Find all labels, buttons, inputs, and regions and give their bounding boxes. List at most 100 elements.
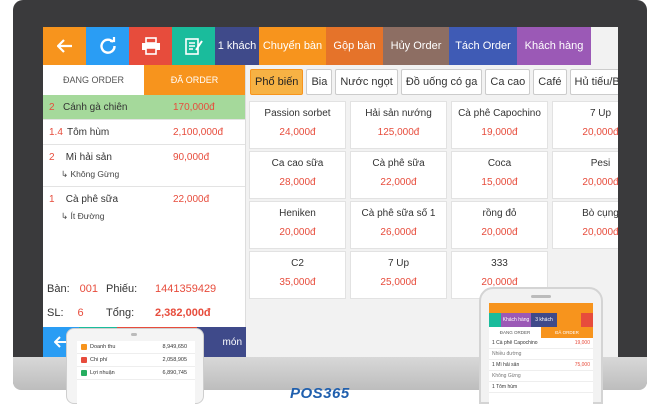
product-name: Heniken (279, 208, 316, 219)
product-card[interactable]: 7 Up 20,000đ (552, 101, 618, 149)
report-label: Lợi nhuận (90, 370, 115, 376)
order-item[interactable]: 1.4 Tôm hùm 2,100,000đ (43, 120, 245, 145)
product-card[interactable]: Cà phê sữa số 1 26,000đ (350, 201, 447, 249)
phone-customer-button[interactable]: Khách hàng (501, 313, 531, 327)
tablet-device: Doanh thu 8,949,650 Chi phí 2,058,905 Lợ… (66, 328, 204, 405)
product-price: 20,000đ (582, 227, 618, 238)
product-card[interactable]: Cà phê sữa 22,000đ (350, 151, 447, 199)
item-name: Cà phê sữa (65, 194, 119, 205)
product-name: Pesi (590, 158, 611, 169)
table-number: 001 (79, 283, 98, 295)
order-tabs: ĐANG ORDER ĐÃ ORDER (43, 65, 245, 95)
order-item[interactable]: 2 Cánh gà chiên 170,000đ (43, 95, 245, 120)
bottom-add-item-button[interactable]: món (197, 327, 246, 357)
item-name: Cánh gà chiên (63, 101, 128, 113)
product-card[interactable]: Coca 15,000đ (451, 151, 548, 199)
phone-order-row[interactable]: 1 Cà phê Capochino 19,000 (489, 338, 593, 349)
order-item[interactable]: 2 Mì hải sản 90,000đ ↳ Không Gừng (43, 145, 245, 187)
phone-order-row[interactable]: 1 Tôm hùm (489, 382, 593, 393)
phone-note-button[interactable] (489, 313, 501, 327)
phone-tab-ordered[interactable]: ĐÃ ORDER (541, 327, 593, 338)
top-toolbar: 1 khách Chuyển bàn Gộp bàn Hủy Order Tác… (43, 27, 618, 65)
logo-text: POS365 (290, 384, 350, 402)
product-name: Hải sản nướng (365, 108, 432, 119)
product-price: 25,000đ (380, 277, 417, 288)
phone-row-price: 19,000 (574, 340, 590, 346)
merge-table-button[interactable]: Gộp bàn (326, 27, 383, 65)
guest-count-button[interactable]: 1 khách (215, 27, 259, 65)
transfer-table-button[interactable]: Chuyển bàn (259, 27, 326, 65)
tab-current-order[interactable]: ĐANG ORDER (43, 65, 144, 95)
report-value: 6,890,745 (162, 370, 187, 376)
category-noodles[interactable]: Hủ tiếu/Bún (569, 69, 618, 95)
product-card[interactable]: Ca cao sữa 28,000đ (249, 151, 346, 199)
product-name: C2 (291, 258, 304, 269)
phone-status-bar (489, 303, 593, 313)
item-name: Mì hải sản (65, 152, 112, 163)
note-button[interactable] (172, 27, 215, 65)
report-value: 8,949,650 (162, 344, 187, 350)
phone-row-text: 1 Cà phê Capochino (492, 340, 538, 346)
category-cocoa[interactable]: Ca cao (485, 69, 531, 95)
product-card[interactable]: 7 Up 25,000đ (350, 251, 447, 299)
item-quantity: 1.4 (49, 126, 63, 138)
report-row: Lợi nhuận 6,890,745 (77, 367, 195, 380)
product-name: 7 Up (387, 258, 410, 269)
product-card[interactable]: Pesi 20,000đ (552, 151, 618, 199)
quantity-value: 6 (77, 307, 84, 319)
print-button[interactable] (129, 27, 172, 65)
category-cafe[interactable]: Café (533, 69, 567, 95)
product-name: Cà phê sữa số 1 (361, 208, 436, 219)
product-price: 35,000đ (279, 277, 316, 288)
total-value: 2,382,000đ (155, 307, 211, 319)
product-price: 19,000đ (481, 127, 518, 138)
phone-tab-current[interactable]: ĐANG ORDER (489, 327, 541, 338)
product-card[interactable]: C2 35,000đ (249, 251, 346, 299)
phone-order-note: Không Gừng (489, 371, 593, 382)
product-card[interactable]: rồng đỏ 20,000đ (451, 201, 548, 249)
product-price: 15,000đ (481, 177, 518, 188)
product-card[interactable]: Passion sorbet 24,000đ (249, 101, 346, 149)
product-card[interactable]: Heniken 20,000đ (249, 201, 346, 249)
back-button[interactable] (43, 27, 86, 65)
phone-order-row[interactable]: 1 Mì hải sản 75,000 (489, 360, 593, 371)
product-name: 333 (491, 258, 508, 269)
product-price: 125,000đ (377, 127, 420, 138)
total-label: Tổng: (106, 307, 135, 319)
phone-row-text: 1 Mì hải sản (492, 362, 520, 368)
split-order-button[interactable]: Tách Order (449, 27, 517, 65)
phone-guest-button[interactable]: 3 khách (531, 313, 557, 327)
phone-search-button[interactable] (581, 313, 593, 327)
printer-icon (141, 37, 160, 55)
expense-icon (81, 357, 87, 363)
tab-ordered[interactable]: ĐÃ ORDER (144, 65, 245, 95)
phone-toolbar: Khách hàng 3 khách (489, 313, 593, 327)
customer-button[interactable]: Khách hàng (517, 27, 591, 65)
product-name: Ca cao sữa (271, 158, 324, 169)
product-card[interactable]: Cà phê Capochino 19,000đ (451, 101, 548, 149)
product-price: 22,000đ (380, 177, 417, 188)
product-card[interactable]: Hải sản nướng 125,000đ (350, 101, 447, 149)
phone-order-screen: Khách hàng 3 khách ĐANG ORDER ĐÃ ORDER 1… (489, 303, 593, 406)
product-card[interactable]: Bò cụng 20,000đ (552, 201, 618, 249)
category-soft-drinks[interactable]: Nước ngọt (335, 69, 398, 95)
category-carbonated[interactable]: Đồ uống có ga (400, 69, 483, 95)
phone-row-text: Không Gừng (492, 373, 521, 379)
order-item[interactable]: 1 Cà phê sữa 22,000đ ↳ Ít Đường (43, 187, 245, 229)
phone-speaker (531, 295, 551, 298)
cancel-order-button[interactable]: Hủy Order (383, 27, 449, 65)
refresh-button[interactable] (86, 27, 129, 65)
category-popular[interactable]: Phổ biến (250, 69, 304, 95)
table-label: Bàn: (47, 283, 70, 295)
item-note-text: Không Gừng (70, 169, 120, 179)
tablet-report-screen: Doanh thu 8,949,650 Chi phí 2,058,905 Lợ… (77, 341, 195, 405)
item-quantity: 2 (49, 152, 55, 163)
bottom-button-label: món (222, 336, 242, 348)
product-name: Bò cụng (582, 208, 618, 219)
item-note-text: Ít Đường (70, 211, 105, 221)
category-beer[interactable]: Bia (306, 69, 333, 95)
item-price: 170,000đ (173, 101, 215, 113)
phone-order-tabs: ĐANG ORDER ĐÃ ORDER (489, 327, 593, 338)
item-price: 22,000đ (173, 194, 210, 205)
product-name: Cà phê sữa (372, 158, 425, 169)
